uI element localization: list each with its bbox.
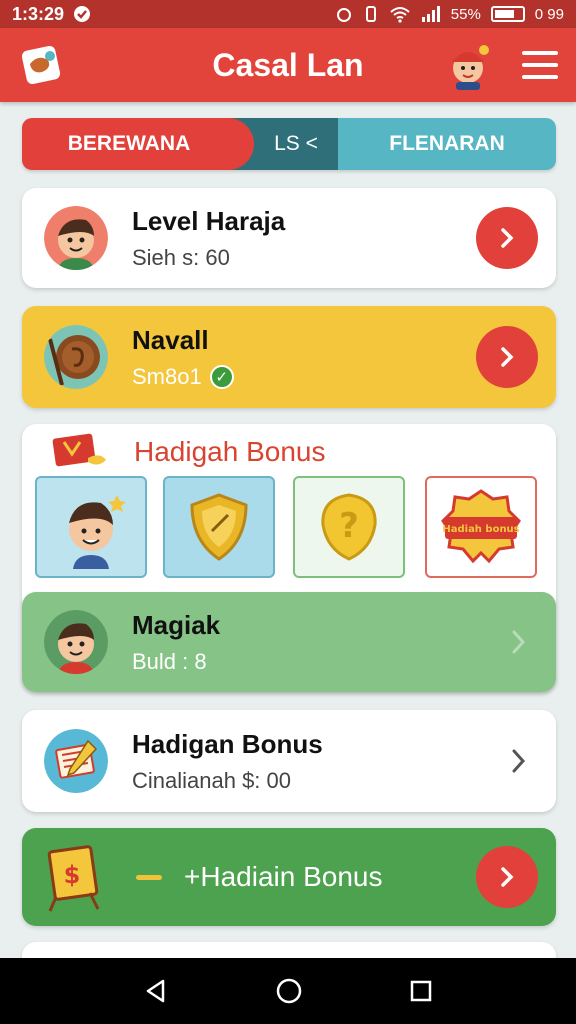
magiak-next-button[interactable]: [498, 622, 538, 662]
magiak-card[interactable]: Magiak Buld : 8: [22, 592, 556, 692]
signal-percent: 55%: [450, 5, 481, 23]
profile-avatar-icon[interactable]: [444, 40, 492, 90]
chevron-right-icon: [501, 867, 514, 887]
level-card[interactable]: Level Haraja Sieh s: 60: [22, 188, 556, 288]
app-bar: Casal Lan: [0, 28, 576, 102]
magiak-subtitle: Buld : 8: [132, 648, 207, 674]
vibrate-icon: [365, 6, 376, 22]
gift-ticket-icon: [52, 433, 106, 467]
home-icon[interactable]: [275, 977, 303, 1005]
bonus-tile-shield[interactable]: [163, 476, 275, 578]
bonus-tile-ribbon[interactable]: Hadiah bonus: [425, 476, 537, 578]
dash-accent: [136, 874, 162, 880]
magiak-title: Magiak: [132, 609, 221, 640]
cta-label: +Hadiain Bonus: [184, 861, 383, 892]
battery-icon: [490, 6, 525, 22]
question-coin-icon: ?: [321, 493, 377, 561]
level-title: Level Haraja: [132, 205, 286, 236]
status-time: 1:3:29: [12, 3, 65, 24]
signal-icon: [421, 6, 440, 22]
boy-avatar-icon: [44, 206, 108, 270]
status-bar: 1:3:29 55% 0 99: [0, 0, 576, 28]
check-icon: ✓: [209, 364, 234, 389]
bonus-tile-avatar[interactable]: [35, 476, 147, 578]
tab-flenaran[interactable]: FLENARAN: [338, 118, 556, 170]
cta-next-button[interactable]: [476, 846, 538, 908]
navall-subtitle: Sm8o1: [132, 363, 202, 389]
level-next-button[interactable]: [476, 207, 538, 269]
ribbon-text: Hadiah bonus: [442, 524, 519, 535]
tab-berewana[interactable]: BEREWANA: [22, 118, 254, 170]
bonus-panel-title: Hadigah Bonus: [134, 436, 326, 467]
app-logo-icon[interactable]: [18, 42, 64, 88]
svg-text:$: $: [64, 861, 81, 889]
hadiain-bonus-cta[interactable]: $ +Hadiain Bonus: [22, 828, 556, 926]
navall-card[interactable]: Navall Sm8o1 ✓: [22, 306, 556, 408]
svg-text:?: ?: [339, 506, 359, 546]
cookie-badge-icon: [44, 325, 108, 389]
alarm-icon: [336, 8, 351, 22]
chevron-right-icon: [512, 749, 526, 773]
navall-title: Navall: [132, 324, 209, 355]
hadigan-bonus-card[interactable]: Hadigan Bonus Cinalianah $: 00: [22, 710, 556, 812]
tab-bar: BEREWANA LS < FLENARAN: [22, 118, 556, 170]
wifi-icon: [390, 7, 410, 23]
bonus-tile-mystery[interactable]: ?: [293, 476, 405, 578]
level-subtitle: Sieh s: 60: [132, 244, 230, 270]
system-nav-bar: [0, 958, 576, 1024]
bonus-ribbon-badge-icon: Hadiah bonus: [441, 489, 521, 564]
chevron-right-icon: [501, 347, 514, 367]
notification-icon: [74, 6, 91, 22]
hadigan-subtitle: Cinalianah $: 00: [132, 767, 292, 793]
chevron-right-icon: [512, 630, 526, 654]
gold-shield-icon: [190, 493, 248, 561]
notebook-pencil-icon: [44, 729, 108, 793]
boy-avatar-icon: [44, 610, 108, 674]
happy-boy-icon: [69, 495, 126, 569]
recents-icon[interactable]: [409, 979, 433, 1003]
gift-card-icon: $: [47, 845, 100, 912]
chevron-right-icon: [501, 228, 514, 248]
hadigan-title: Hadigan Bonus: [132, 728, 323, 759]
navall-next-button[interactable]: [476, 326, 538, 388]
battery-text: 0 99: [534, 5, 564, 23]
back-icon[interactable]: [143, 978, 169, 1004]
hadigan-next-button[interactable]: [498, 741, 538, 781]
hamburger-menu-icon[interactable]: [522, 51, 558, 79]
